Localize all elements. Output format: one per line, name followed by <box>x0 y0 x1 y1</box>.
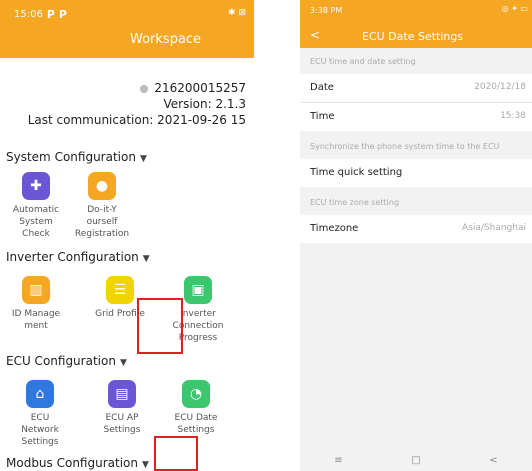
back-arrow-icon[interactable]: < <box>310 28 320 42</box>
page-title: Workspace <box>130 32 202 47</box>
item-label: ECU AP <box>105 413 139 423</box>
settings-header: 3:38 PM ◎ ✦ ▭ < ECU Date Settings <box>300 0 532 48</box>
clock-icon: ◔ <box>182 380 210 408</box>
sliders-icon: ☰ <box>106 276 134 304</box>
ecu-ap-settings-button[interactable]: ▤ ECU AP Settings <box>92 380 152 436</box>
status-time: 15:06 <box>14 9 43 20</box>
notification-p-icon-2: P <box>58 8 67 21</box>
time-row[interactable]: Time 15:38 <box>300 103 532 131</box>
section-ecu-configuration[interactable]: ECU Configuration ▼ <box>6 354 127 368</box>
inverter-icon: ▣ <box>184 276 212 304</box>
time-quick-setting-row[interactable]: Time quick setting <box>300 159 532 187</box>
router-icon: ▤ <box>108 380 136 408</box>
home-icon[interactable]: □ <box>411 455 420 466</box>
item-label: Do-it-Y <box>87 205 117 215</box>
item-label: ment <box>24 321 48 331</box>
status-icons: ◎ ✦ ▭ <box>501 4 528 13</box>
section-label: System Configuration <box>6 150 136 164</box>
item-label: Network <box>21 425 59 435</box>
section-modbus-configuration[interactable]: Modbus Configuration ▼ <box>6 456 149 470</box>
notification-p-icon: P <box>46 8 55 21</box>
item-label: Settings <box>21 437 59 447</box>
item-label: Registration <box>74 229 130 239</box>
item-label: Settings <box>103 425 141 435</box>
date-value: 2020/12/18 <box>474 82 526 92</box>
page-title: ECU Date Settings <box>362 30 464 43</box>
item-label: ECU Date <box>174 413 218 423</box>
timezone-value: Asia/Shanghai <box>462 223 526 233</box>
item-label: Check <box>22 229 50 239</box>
version-text: Version: 2.1.3 <box>163 97 246 111</box>
section-system-configuration[interactable]: System Configuration ▼ <box>6 150 147 164</box>
person-icon: ● <box>88 172 116 200</box>
menu-icon[interactable]: ≡ <box>334 455 342 466</box>
system-nav-bar: ≡ □ < <box>300 449 532 471</box>
diy-registration-button[interactable]: ● Do-it-Y ourself Registration <box>72 172 132 240</box>
automatic-system-check-button[interactable]: ✚ Automatic System Check <box>6 172 66 240</box>
status-bar: 15:06 P P <box>14 8 67 21</box>
screenshot-root: 15:06 P P ✱ ⊠ Workspace 216200015257 Ver… <box>0 0 532 471</box>
time-value: 15:38 <box>500 111 526 121</box>
status-icons: ✱ ⊠ <box>228 8 246 18</box>
item-label: ID Manage <box>11 309 61 319</box>
item-label: ourself <box>86 217 118 227</box>
ecu-date-settings-button[interactable]: ◔ ECU Date Settings <box>166 380 226 436</box>
chevron-down-icon: ▼ <box>139 154 147 164</box>
highlight-box-2 <box>154 436 198 471</box>
workspace-screen: 15:06 P P ✱ ⊠ Workspace 216200015257 Ver… <box>0 0 254 471</box>
item-label: Settings <box>177 425 215 435</box>
id-management-button[interactable]: ▥ ID Manage ment <box>6 276 66 332</box>
network-icon: ⌂ <box>26 380 54 408</box>
time-label: Time <box>310 111 335 122</box>
barcode-icon: ▥ <box>22 276 50 304</box>
caption-sync: Synchronize the phone system time to the… <box>310 142 500 151</box>
highlight-box <box>137 298 183 354</box>
status-time: 3:38 PM <box>310 6 343 15</box>
section-label: Modbus Configuration <box>6 456 138 470</box>
device-id: 216200015257 <box>154 81 246 95</box>
item-label: ECU <box>30 413 50 423</box>
chevron-down-icon: ▼ <box>141 460 149 470</box>
caption-time-date: ECU time and date setting <box>310 57 416 66</box>
device-info: 216200015257 Version: 2.1.3 Last communi… <box>0 80 254 128</box>
caption-timezone: ECU time zone setting <box>310 198 400 207</box>
section-label: ECU Configuration <box>6 354 116 368</box>
last-communication: Last communication: 2021-09-26 15 <box>27 113 246 127</box>
ecu-network-settings-button[interactable]: ⌂ ECU Network Settings <box>10 380 70 448</box>
ecu-date-settings-screen: 3:38 PM ◎ ✦ ▭ < ECU Date Settings ECU ti… <box>300 0 532 471</box>
section-label: Inverter Configuration <box>6 250 139 264</box>
chevron-down-icon: ▼ <box>119 358 127 368</box>
time-quick-setting-label: Time quick setting <box>310 167 403 178</box>
date-row[interactable]: Date 2020/12/18 <box>300 74 532 102</box>
timezone-label: Timezone <box>310 223 359 234</box>
item-label: Automatic <box>12 205 60 215</box>
timezone-row[interactable]: Timezone Asia/Shanghai <box>300 215 532 243</box>
medical-kit-icon: ✚ <box>22 172 50 200</box>
status-dot-icon <box>140 84 149 93</box>
back-icon[interactable]: < <box>489 455 497 466</box>
date-label: Date <box>310 82 334 93</box>
item-label: System <box>19 217 53 227</box>
section-inverter-configuration[interactable]: Inverter Configuration ▼ <box>6 250 150 264</box>
workspace-header: 15:06 P P ✱ ⊠ Workspace <box>0 0 254 58</box>
chevron-down-icon: ▼ <box>142 254 150 264</box>
